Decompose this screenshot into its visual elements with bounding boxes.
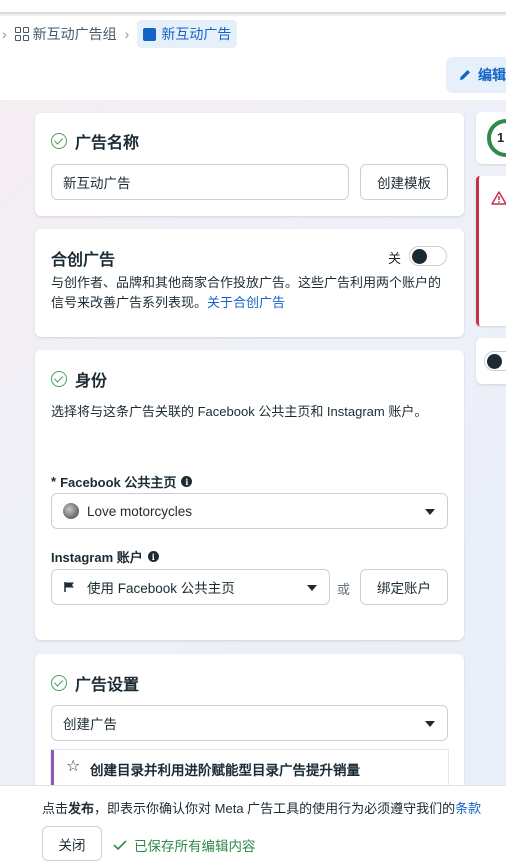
catalog-promo-text: 创建目录并利用进阶赋能型目录广告提升销量 [90, 763, 360, 778]
partnership-toggle[interactable] [409, 246, 447, 266]
flag-icon [64, 582, 74, 592]
or-text: 或 [337, 582, 351, 597]
publish-notice: 点击发布，即表示你确认你对 Meta 广告工具的使用行为必须遵守我们的条款 [42, 798, 481, 817]
notice-rest: ，即表示你确认你对 Meta 广告工具的使用行为必须遵守我们的 [94, 801, 456, 816]
partnership-title: 合创广告 [51, 252, 116, 269]
instagram-account-select[interactable]: 使用 Facebook 公共主页 [51, 569, 330, 605]
check-circle-icon [51, 133, 67, 149]
identity-title: 身份 [75, 373, 108, 390]
info-icon[interactable]: i [181, 476, 193, 487]
edit-button[interactable]: 编辑 [446, 57, 506, 93]
preview-toggle[interactable] [484, 351, 506, 371]
facebook-page-label-text: Facebook 公共主页 [60, 475, 177, 490]
close-button-label: 关闭 [58, 837, 86, 853]
chevron-right-icon: › [124, 26, 130, 42]
chevron-down-icon [307, 585, 317, 591]
checkmark-icon [113, 840, 127, 851]
partnership-learn-more-link[interactable]: 关于合创广告 [207, 295, 285, 310]
toolbar: 编辑 [0, 52, 506, 100]
ad-name-input[interactable]: 新互动广告 [51, 164, 349, 200]
ad-name-value: 新互动广告 [63, 176, 131, 191]
instagram-account-value: 使用 Facebook 公共主页 [87, 581, 235, 596]
card-title: 广告名称 [51, 129, 139, 153]
breadcrumb-ad-label: 新互动广告 [161, 26, 232, 42]
footer: 点击发布，即表示你确认你对 Meta 广告工具的使用行为必须遵守我们的条款 关闭… [0, 785, 506, 862]
toggle-knob [487, 354, 502, 369]
edit-button-label: 编辑 [478, 67, 506, 83]
check-circle-icon [51, 675, 67, 691]
breadcrumb-ad-group[interactable]: 新互动广告组 [14, 24, 117, 44]
check-circle-icon [51, 371, 67, 387]
terms-link[interactable]: 条款 [455, 801, 481, 816]
toggle-state-label: 关 [388, 251, 402, 266]
star-icon: ☆ [66, 758, 81, 775]
facebook-page-label: * Facebook 公共主页 i [51, 472, 193, 491]
ad-icon [143, 27, 157, 41]
info-icon[interactable]: i [147, 551, 159, 562]
breadcrumb-ad[interactable]: 新互动广告 [137, 20, 238, 48]
identity-card: 身份 选择将与这条广告关联的 Facebook 公共主页和 Instagram … [35, 350, 464, 640]
ad-setup-card: 广告设置 创建广告 ☆ 创建目录并利用进阶赋能型目录广告提升销量 [35, 654, 464, 794]
breadcrumb-ad-group-label: 新互动广告组 [32, 26, 117, 42]
partnership-ad-card: 合创广告 关 与创作者、品牌和其他商家合作投放广告。这些广告利用两个账户的信号来… [35, 229, 464, 337]
breadcrumb: › 新互动广告组 › 新互动广告 [0, 16, 506, 52]
create-template-label: 创建模板 [377, 176, 431, 191]
card-title: 身份 [51, 367, 107, 391]
facebook-page-value: Love motorcycles [87, 503, 193, 519]
notice-bold: 发布 [68, 801, 95, 816]
identity-description: 选择将与这条广告关联的 Facebook 公共主页和 Instagram 账户。 [51, 404, 428, 419]
chevron-right-icon: › [2, 26, 7, 42]
preview-toggle-panel [476, 338, 506, 384]
bind-account-label: 绑定账户 [377, 581, 431, 596]
create-ad-select[interactable]: 创建广告 [51, 705, 448, 741]
required-mark: * [51, 474, 57, 489]
score-panel: 1 [476, 112, 506, 164]
partnership-description: 与创作者、品牌和其他商家合作投放广告。这些广告利用两个账户的信号来改善广告系列表… [51, 273, 451, 313]
facebook-page-select[interactable]: Love motorcycles [51, 493, 448, 529]
card-title: 广告设置 [51, 671, 139, 695]
chevron-down-icon [425, 509, 435, 515]
page-avatar [63, 503, 79, 519]
notice-prefix: 点击 [42, 801, 69, 816]
ad-setup-title: 广告设置 [75, 677, 140, 694]
top-edge [0, 0, 506, 14]
error-panel [476, 176, 506, 326]
instagram-account-label: Instagram 账户 i [51, 547, 159, 566]
score-value: 1 [497, 130, 505, 145]
pencil-icon [460, 70, 470, 80]
toggle-knob [412, 249, 427, 264]
instagram-account-label-text: Instagram 账户 [51, 550, 143, 565]
bind-account-button[interactable]: 绑定账户 [360, 569, 448, 605]
chevron-down-icon [425, 721, 435, 727]
create-template-button[interactable]: 创建模板 [360, 164, 448, 200]
catalog-promo-banner: ☆ 创建目录并利用进阶赋能型目录广告提升销量 [51, 750, 448, 790]
close-button[interactable]: 关闭 [42, 826, 102, 861]
ad-group-icon [14, 27, 29, 41]
warning-icon [491, 191, 506, 205]
ad-name-card: 广告名称 新互动广告 创建模板 [35, 113, 464, 216]
ad-name-title: 广告名称 [75, 135, 140, 152]
create-ad-value: 创建广告 [63, 717, 117, 732]
saved-status-text: 已保存所有编辑内容 [134, 839, 256, 854]
save-status: 已保存所有编辑内容 [113, 835, 256, 855]
